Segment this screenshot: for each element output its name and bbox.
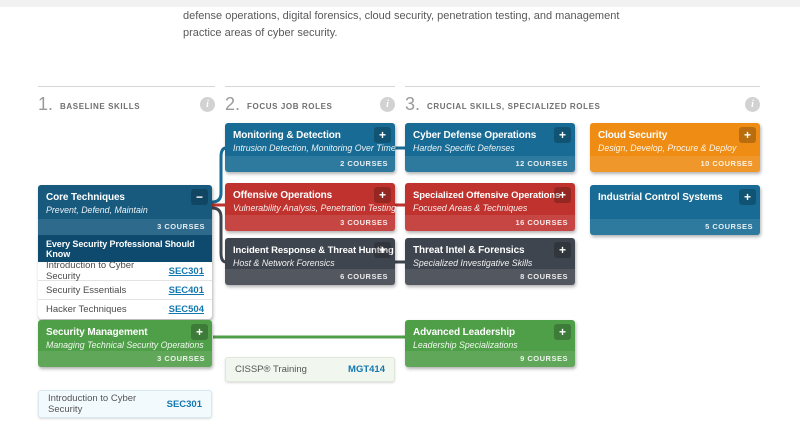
course-list: Introduction to Cyber Security SEC301 Se… <box>38 262 212 319</box>
course-count: 12 COURSES <box>405 156 575 172</box>
card-title: Incident Response & Threat Hunting <box>233 245 371 256</box>
card-cyber-defense-operations[interactable]: Cyber Defense Operations Harden Specific… <box>405 123 575 172</box>
card-title: Core Techniques <box>46 192 188 203</box>
connector-core-to-monitoring <box>212 148 226 202</box>
card-core-techniques[interactable]: Core Techniques Prevent, Defend, Maintai… <box>38 185 212 319</box>
card-subtitle: Managing Technical Security Operations <box>46 340 188 350</box>
course-count: 3 COURSES <box>225 215 395 231</box>
course-count: 10 COURSES <box>590 156 760 172</box>
card-subtitle: Intrusion Detection, Monitoring Over Tim… <box>233 143 371 153</box>
course-count: 16 COURSES <box>405 215 575 231</box>
card-subtitle: Host & Network Forensics <box>233 258 371 268</box>
course-code-link[interactable]: MGT414 <box>348 364 385 375</box>
roadmap-page: defense operations, digital forensics, c… <box>0 0 800 429</box>
card-banner: Every Security Professional Should Know <box>38 235 212 262</box>
course-name: CISSP® Training <box>235 364 307 375</box>
card-subtitle: Prevent, Defend, Maintain <box>46 205 188 215</box>
course-code-link[interactable]: SEC504 <box>169 304 204 315</box>
card-incident-response[interactable]: Incident Response & Threat Hunting Host … <box>225 238 395 285</box>
expand-button[interactable]: + <box>191 324 208 340</box>
course-row: Introduction to Cyber Security SEC301 <box>38 262 212 281</box>
expand-button[interactable]: + <box>739 127 756 143</box>
card-offensive-operations[interactable]: Offensive Operations Vulnerability Analy… <box>225 183 395 231</box>
expand-button[interactable]: + <box>374 127 391 143</box>
expand-button[interactable]: + <box>374 242 391 258</box>
card-cloud-security[interactable]: Cloud Security Design, Develop, Procure … <box>590 123 760 172</box>
course-code-link[interactable]: SEC301 <box>169 266 204 277</box>
card-intro-cyber-security[interactable]: Introduction to Cyber Security SEC301 <box>38 390 212 418</box>
expand-button[interactable]: + <box>554 324 571 340</box>
connector-core-to-incident <box>212 208 226 262</box>
card-subtitle: Focused Areas & Techniques <box>413 203 551 213</box>
card-subtitle: Specialized Investigative Skills <box>413 258 551 268</box>
collapse-button[interactable]: − <box>191 189 208 205</box>
card-title: Security Management <box>46 327 188 338</box>
card-cissp-training[interactable]: CISSP® Training MGT414 <box>225 357 395 382</box>
course-count: 8 COURSES <box>405 269 575 285</box>
card-subtitle: Harden Specific Defenses <box>413 143 551 153</box>
card-title: Advanced Leadership <box>413 327 551 338</box>
course-count: 2 COURSES <box>225 156 395 172</box>
course-name: Introduction to Cyber Security <box>46 260 169 282</box>
card-title: Specialized Offensive Operations <box>413 190 551 201</box>
card-specialized-offensive-operations[interactable]: Specialized Offensive Operations Focused… <box>405 183 575 231</box>
course-count: 5 COURSES <box>590 219 760 235</box>
course-count: 6 COURSES <box>225 269 395 285</box>
course-code-link[interactable]: SEC301 <box>167 399 202 410</box>
course-name: Hacker Techniques <box>46 304 127 315</box>
course-row: Hacker Techniques SEC504 <box>38 300 212 319</box>
expand-button[interactable]: + <box>554 127 571 143</box>
banner-label: Every Security Professional Should Know <box>46 239 195 259</box>
course-name: Introduction to Cyber Security <box>48 393 167 415</box>
expand-button[interactable]: + <box>554 242 571 258</box>
course-code-link[interactable]: SEC401 <box>169 285 204 296</box>
card-monitoring-detection[interactable]: Monitoring & Detection Intrusion Detecti… <box>225 123 395 172</box>
card-title: Monitoring & Detection <box>233 130 371 141</box>
card-subtitle: Design, Develop, Procure & Deploy <box>598 143 736 153</box>
course-count: 3 COURSES <box>38 351 212 367</box>
card-title: Threat Intel & Forensics <box>413 245 551 256</box>
course-count: 9 COURSES <box>405 351 575 367</box>
course-count: 3 COURSES <box>38 219 212 235</box>
course-row: Security Essentials SEC401 <box>38 281 212 300</box>
card-title: Offensive Operations <box>233 190 371 201</box>
card-title: Cloud Security <box>598 130 736 141</box>
card-security-management[interactable]: Security Management Managing Technical S… <box>38 320 212 367</box>
card-title: Industrial Control Systems <box>598 192 736 203</box>
expand-button[interactable]: + <box>739 189 756 205</box>
card-threat-intel-forensics[interactable]: Threat Intel & Forensics Specialized Inv… <box>405 238 575 285</box>
card-industrial-control-systems[interactable]: Industrial Control Systems + 5 COURSES <box>590 185 760 235</box>
card-title: Cyber Defense Operations <box>413 130 551 141</box>
expand-button[interactable]: + <box>554 187 571 203</box>
card-subtitle: Vulnerability Analysis, Penetration Test… <box>233 203 371 213</box>
card-subtitle: Leadership Specializations <box>413 340 551 350</box>
expand-button[interactable]: + <box>374 187 391 203</box>
card-advanced-leadership[interactable]: Advanced Leadership Leadership Specializ… <box>405 320 575 367</box>
course-name: Security Essentials <box>46 285 126 296</box>
